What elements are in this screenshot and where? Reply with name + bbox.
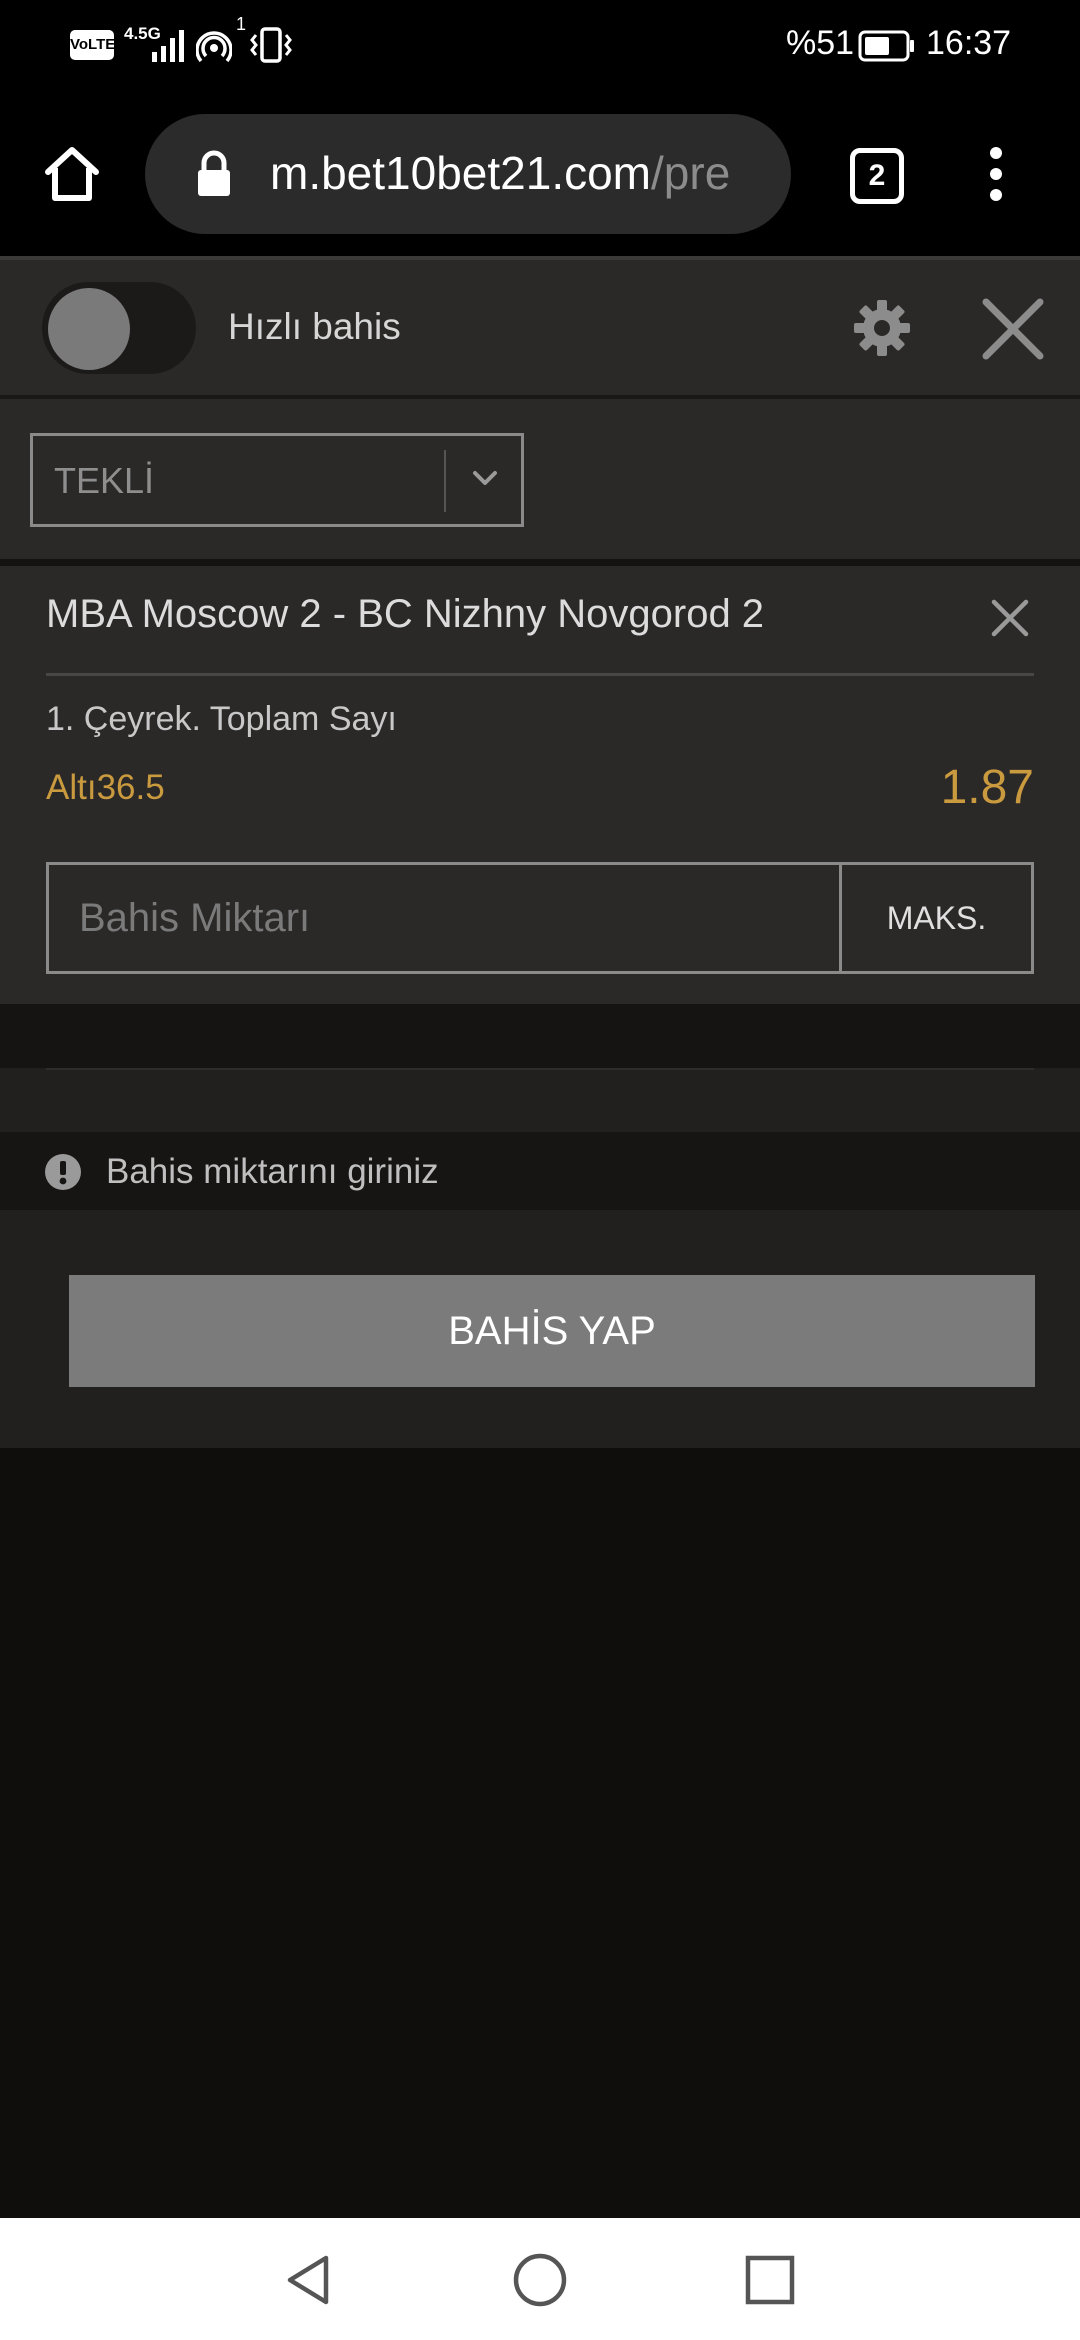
clock: 16:37 — [926, 24, 1012, 62]
match-title: MBA Moscow 2 - BC Nizhny Novgorod 2 — [46, 592, 765, 636]
close-slip-icon[interactable] — [982, 298, 1044, 360]
divider-line — [46, 1068, 1034, 1070]
stake-input[interactable] — [49, 865, 839, 971]
vibrate-icon — [250, 27, 292, 63]
volte-icon: VoLTE — [70, 30, 115, 60]
notice-text: Bahis miktarını giriniz — [106, 1152, 439, 1191]
tab-switcher-button[interactable]: 2 — [850, 148, 904, 204]
recents-icon[interactable] — [744, 2254, 796, 2306]
odds-value: 1.87 — [940, 761, 1034, 814]
place-bet-button[interactable]: BAHİS YAP — [69, 1275, 1035, 1387]
hotspot-icon — [196, 31, 232, 63]
quick-bet-label: Hızlı bahis — [228, 306, 401, 347]
more-menu-icon[interactable] — [984, 146, 1008, 202]
home-icon[interactable] — [40, 142, 104, 206]
section-divider — [0, 559, 1080, 566]
max-stake-button[interactable]: MAKS. — [842, 865, 1031, 971]
chevron-down-icon[interactable] — [471, 468, 499, 488]
gear-icon[interactable] — [852, 298, 912, 358]
url-text[interactable]: m.bet10bet21.com/pre — [270, 146, 764, 200]
back-icon[interactable] — [282, 2252, 334, 2308]
match-separator — [46, 673, 1034, 676]
bet-type-value: TEKLİ — [54, 460, 155, 501]
url-path: /pre — [651, 147, 731, 199]
lock-icon — [198, 150, 230, 196]
exclamation-icon — [45, 1154, 81, 1190]
battery-percent: %51 — [786, 24, 855, 62]
spacer-band — [0, 1068, 1080, 1132]
remove-bet-icon[interactable] — [990, 598, 1030, 638]
hotspot-count: 1 — [236, 14, 247, 34]
battery-icon — [858, 30, 914, 62]
select-divider — [444, 450, 446, 512]
quick-bet-toggle-knob[interactable] — [48, 288, 130, 370]
spacer-band — [0, 1004, 1080, 1068]
market-name: 1. Çeyrek. Toplam Sayı — [46, 700, 397, 738]
selection-label: Altı36.5 — [46, 768, 165, 807]
signal-icon — [152, 30, 184, 62]
home-nav-icon[interactable] — [512, 2252, 568, 2308]
